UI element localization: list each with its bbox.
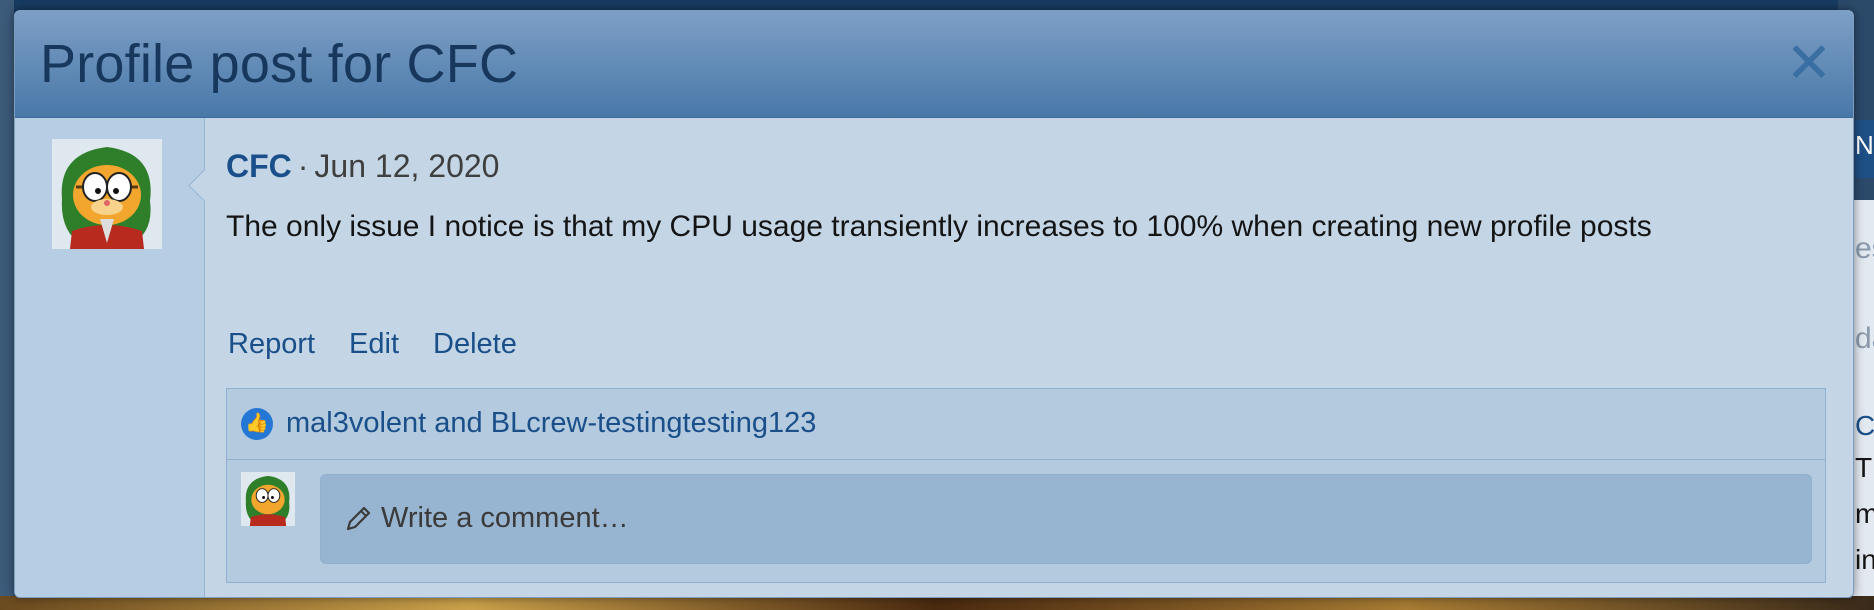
report-link[interactable]: Report — [228, 328, 315, 360]
background-text: T — [1855, 452, 1873, 483]
close-icon[interactable]: ✕ — [1779, 33, 1839, 93]
profile-post-modal: Profile post for CFC ✕ CFC · Jun 12, 202… — [14, 10, 1854, 598]
post-date[interactable]: Jun 12, 2020 — [314, 148, 499, 184]
edit-link[interactable]: Edit — [349, 328, 399, 360]
comment-input[interactable]: Write a comment… — [320, 474, 1812, 564]
reactions-and-comments: 👍 mal3volent and BLcrew-testingtesting12… — [226, 388, 1826, 583]
author-link[interactable]: CFC — [226, 148, 292, 184]
likes-list[interactable]: mal3volent and BLcrew-testingtesting123 — [286, 407, 816, 440]
background-text: da — [1855, 322, 1874, 355]
modal-header: Profile post for CFC ✕ — [15, 11, 1853, 118]
background-text: es — [1855, 232, 1874, 265]
pencil-icon — [346, 506, 371, 531]
background-text: C — [1855, 410, 1874, 441]
delete-link[interactable]: Delete — [433, 328, 517, 360]
post-actions: Report Edit Delete — [228, 328, 551, 361]
post-content: CFC · Jun 12, 2020 The only issue I notice… — [226, 118, 1836, 597]
avatar-column — [15, 118, 205, 597]
meta-separator: · — [297, 148, 309, 184]
avatar[interactable] — [52, 139, 162, 249]
background-text: m — [1855, 498, 1874, 529]
comment-placeholder: Write a comment… — [381, 502, 629, 534]
thumbs-up-icon: 👍 — [241, 408, 273, 440]
background-image-strip — [0, 596, 1874, 610]
modal-title: Profile post for CFC — [40, 34, 519, 94]
comment-row: Write a comment… — [227, 460, 1825, 582]
background-text: N — [1855, 130, 1874, 160]
likes-row: 👍 mal3volent and BLcrew-testingtesting12… — [227, 389, 1825, 460]
modal-body: CFC · Jun 12, 2020 The only issue I notice… — [15, 118, 1853, 597]
post-message: The only issue I notice is that my CPU u… — [226, 210, 1652, 243]
avatar[interactable] — [241, 472, 295, 526]
post-meta: CFC · Jun 12, 2020 — [226, 148, 499, 185]
background-left-edge — [0, 0, 14, 610]
background-text: in — [1855, 544, 1874, 575]
